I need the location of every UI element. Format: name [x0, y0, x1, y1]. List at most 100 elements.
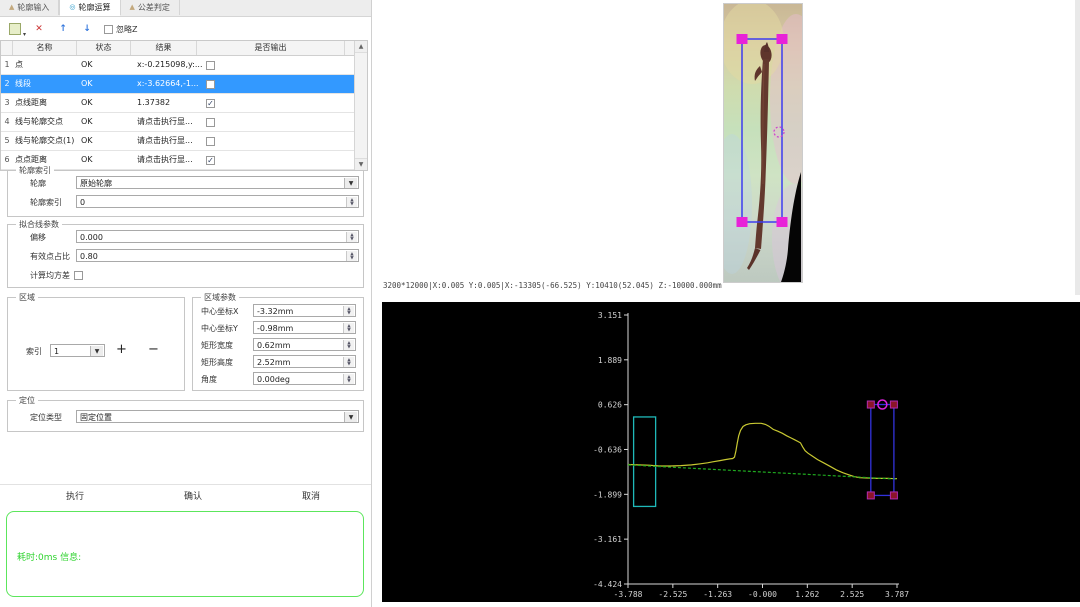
x-tick-label: 1.262: [795, 590, 819, 599]
measure-result: 请点击执行显...: [135, 151, 203, 169]
image-status-text: 3200*12000|X:0.005 Y:0.005|X:-13305(-66.…: [383, 281, 722, 290]
output-checkbox[interactable]: [206, 137, 215, 146]
table-row[interactable]: 3点线距离OK1.37382: [1, 94, 367, 113]
output-checkbox[interactable]: [206, 99, 215, 108]
roi-handle-bottom-left[interactable]: [737, 217, 748, 227]
execute-button[interactable]: 执行: [60, 488, 90, 503]
x-tick-label: 2.525: [840, 590, 864, 599]
region-param-label: 矩形高度: [201, 357, 233, 368]
scan-image[interactable]: [723, 3, 803, 283]
add-measure-button[interactable]: [8, 23, 22, 36]
measure-name: 点: [13, 56, 79, 74]
row-index: 3: [1, 94, 13, 112]
region-param-value: 0.00deg: [257, 375, 290, 384]
contour-index-group: 轮廓索引 轮廓 原始轮廓 ▼ 轮廓索引 0 ▲▼: [7, 170, 364, 217]
region-group: 区域 索引 1 ▼ + −: [7, 297, 185, 391]
col-output[interactable]: 是否输出: [197, 41, 345, 55]
chart-roi-handle[interactable]: [867, 492, 874, 499]
cancel-button[interactable]: 取消: [296, 488, 326, 503]
table-row[interactable]: 1点OKx:-0.215098,y:...: [1, 56, 367, 75]
remove-region-button[interactable]: −: [148, 342, 168, 357]
spinner-arrows-icon[interactable]: ▲▼: [343, 374, 354, 385]
region-index-select[interactable]: 1 ▼: [50, 344, 105, 357]
region-param-input[interactable]: 2.52mm▲▼: [253, 355, 356, 368]
chart-roi-handle[interactable]: [890, 401, 897, 408]
plus-icon: +: [116, 342, 127, 357]
measure-status: OK: [79, 75, 135, 93]
chart-roi-handle[interactable]: [890, 492, 897, 499]
table-row[interactable]: 6点点距离OK请点击执行显...: [1, 151, 367, 170]
row-index: 6: [1, 151, 13, 169]
tab-contour-input[interactable]: ▲ 轮廓输入: [0, 0, 59, 15]
move-down-button[interactable]: ↓: [80, 23, 94, 36]
col-status[interactable]: 状态: [77, 41, 131, 55]
spinner-arrows-icon[interactable]: ▲▼: [343, 357, 354, 368]
triangle-icon: ▲: [9, 4, 14, 11]
chart-profile-curve: [628, 423, 897, 478]
fit-params-group: 拟合线参数 偏移 0.000 ▲▼ 有效点占比 0.80 ▲▼ 计算均方差: [7, 224, 364, 288]
roi-handle-top-right[interactable]: [777, 34, 788, 44]
measure-name: 线与轮廓交点(1): [13, 132, 79, 150]
delete-measure-button[interactable]: ✕: [32, 23, 46, 36]
spinner-arrows-icon[interactable]: ▲▼: [343, 323, 354, 334]
valid-ratio-value: 0.80: [80, 252, 98, 261]
scroll-up-icon[interactable]: ▲: [355, 41, 367, 53]
offset-input[interactable]: 0.000 ▲▼: [76, 230, 359, 243]
viewer-scrollbar[interactable]: [1075, 0, 1080, 295]
contour-select[interactable]: 原始轮廓 ▼: [76, 176, 359, 189]
output-checkbox[interactable]: [206, 118, 215, 127]
region-param-label: 中心坐标X: [201, 306, 238, 317]
move-up-button[interactable]: ↑: [56, 23, 70, 36]
output-cell: [203, 56, 354, 74]
table-row[interactable]: 2线段OKx:-3.62664,-1...: [1, 75, 367, 94]
group-title: 区域参数: [201, 292, 239, 303]
arrow-down-icon: ↓: [83, 24, 91, 34]
table-scrollbar[interactable]: ▲ ▼: [354, 41, 367, 170]
chevron-down-icon[interactable]: ▼: [90, 346, 103, 357]
output-cell: [203, 113, 354, 131]
spinner-arrows-icon[interactable]: ▲▼: [343, 306, 354, 317]
output-checkbox[interactable]: [206, 61, 215, 70]
chart-region-rect[interactable]: [634, 417, 656, 506]
y-tick-label: -1.899: [593, 490, 622, 499]
region-params-group: 区域参数 中心坐标X-3.32mm▲▼中心坐标Y-0.98mm▲▼矩形宽度0.6…: [192, 297, 364, 391]
output-checkbox[interactable]: [206, 156, 215, 165]
tab-contour-compute[interactable]: ◎ 轮廓运算: [59, 0, 120, 16]
chevron-down-icon[interactable]: ▼: [344, 178, 357, 189]
offset-value: 0.000: [80, 233, 103, 242]
output-checkbox[interactable]: [206, 80, 215, 89]
spinner-arrows-icon[interactable]: ▲▼: [346, 232, 357, 243]
col-name[interactable]: 名称: [13, 41, 77, 55]
msq-checkbox[interactable]: [74, 271, 83, 280]
table-row[interactable]: 5线与轮廓交点(1)OK请点击执行显...: [1, 132, 367, 151]
valid-ratio-input[interactable]: 0.80 ▲▼: [76, 249, 359, 262]
roi-handle-top-left[interactable]: [737, 34, 748, 44]
region-param-input[interactable]: 0.62mm▲▼: [253, 338, 356, 351]
region-param-input[interactable]: -3.32mm▲▼: [253, 304, 356, 317]
ignore-z-checkbox[interactable]: [104, 25, 113, 34]
row-index: 4: [1, 113, 13, 131]
table-row[interactable]: 4线与轮廓交点OK请点击执行显...: [1, 113, 367, 132]
spinner-arrows-icon[interactable]: ▲▼: [346, 251, 357, 262]
measure-result: 1.37382: [135, 94, 203, 112]
ignore-z-control: 忽略Z: [104, 24, 137, 35]
spinner-arrows-icon[interactable]: ▲▼: [343, 340, 354, 351]
output-cell: [203, 75, 354, 93]
valid-ratio-label: 有效点占比: [30, 251, 70, 262]
add-region-button[interactable]: +: [116, 342, 136, 357]
chart-roi-rect[interactable]: [871, 405, 894, 496]
tab-bar: ▲ 轮廓输入 ◎ 轮廓运算 ▲ 公差判定: [0, 0, 371, 17]
region-param-input[interactable]: -0.98mm▲▼: [253, 321, 356, 334]
scroll-down-icon[interactable]: ▼: [355, 158, 367, 170]
confirm-button[interactable]: 确认: [178, 488, 208, 503]
tab-tolerance-judge[interactable]: ▲ 公差判定: [121, 0, 180, 15]
chart-roi-handle[interactable]: [867, 401, 874, 408]
contour-index-input[interactable]: 0 ▲▼: [76, 195, 359, 208]
roi-handle-bottom-right[interactable]: [777, 217, 788, 227]
col-result[interactable]: 结果: [131, 41, 197, 55]
region-param-input[interactable]: 0.00deg ▲▼: [253, 372, 356, 385]
y-tick-label: -0.636: [593, 445, 622, 454]
position-type-select[interactable]: 固定位置 ▼: [76, 410, 359, 423]
chevron-down-icon[interactable]: ▼: [344, 412, 357, 423]
spinner-arrows-icon[interactable]: ▲▼: [346, 197, 357, 208]
